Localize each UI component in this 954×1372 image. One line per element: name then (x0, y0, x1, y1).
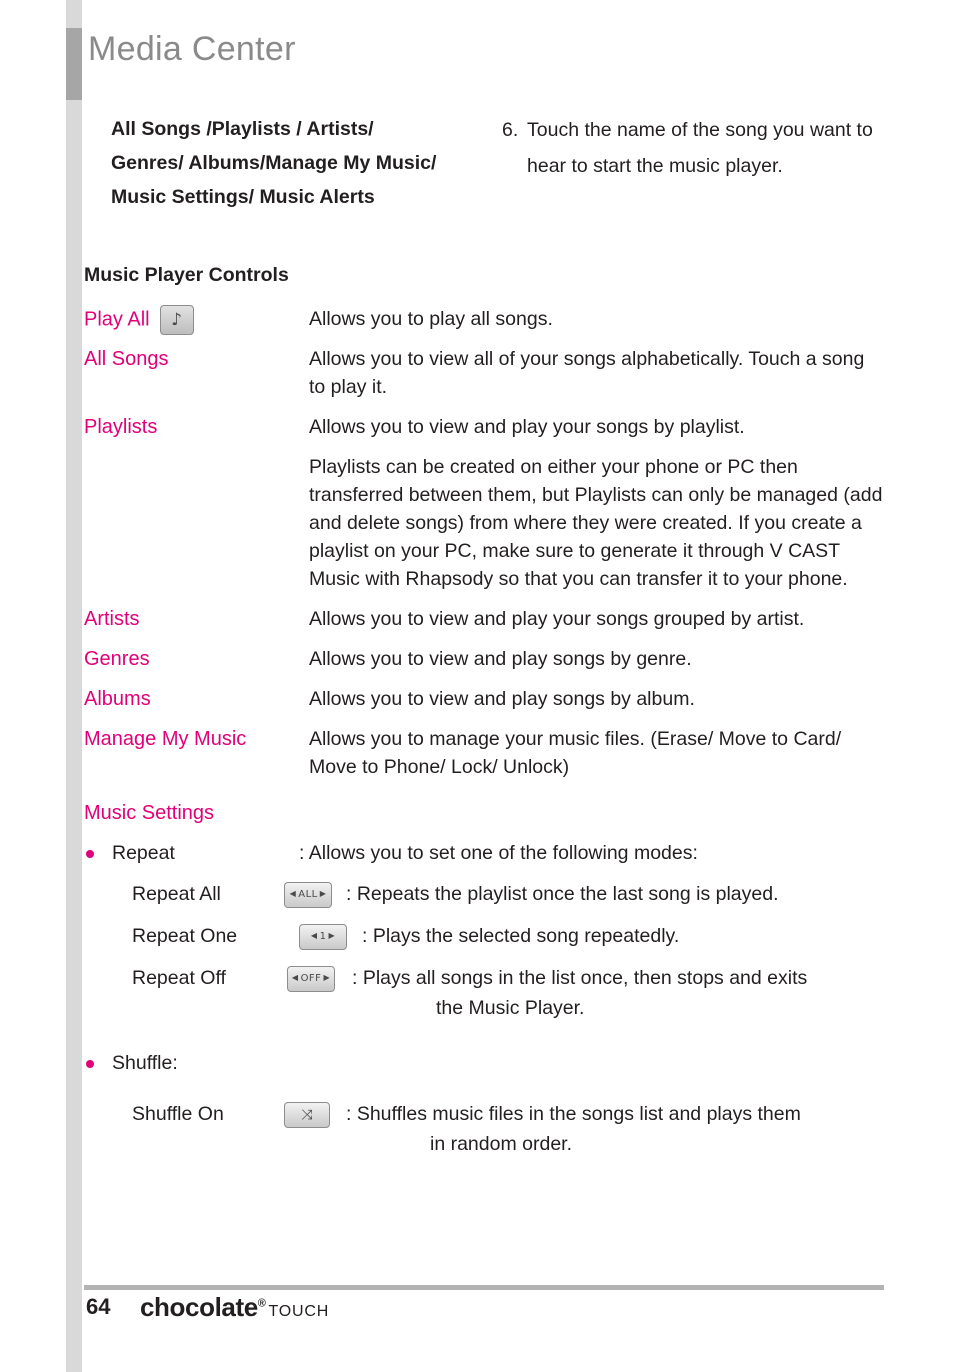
page-content: All Songs /Playlists / Artists/ Genres/ … (84, 112, 884, 1159)
page-title: Media Center (88, 30, 296, 68)
brand-logo: chocolate® TOUCH (140, 1292, 329, 1323)
step-number: 6. (502, 119, 519, 141)
bullet-repeat: Repeat : Allows you to set one of the fo… (84, 839, 884, 867)
desc-playlists-line2: Playlists can be created on either your … (309, 456, 883, 590)
music-note-key-glyph: ♪ (159, 305, 194, 335)
desc-all-songs: Allows you to view all of your songs alp… (309, 348, 865, 398)
sub-label-repeat-all: Repeat All (132, 883, 221, 905)
bullet-shuffle: Shuffle: (84, 1049, 884, 1077)
term-genres: Genres (84, 648, 150, 670)
desc-albums: Allows you to view and play songs by alb… (309, 688, 695, 710)
section-heading: Music Player Controls (84, 264, 289, 286)
sub-repeat-one: Repeat One 1 : Plays the selected song r… (84, 921, 884, 951)
repeat-all-key-icon: ALL (284, 882, 332, 908)
desc-genres: Allows you to view and play songs by gen… (309, 648, 692, 670)
sub-desc-shuffle-on: : Shuffles music files in the songs list… (346, 1099, 884, 1159)
page-number: 64 (86, 1294, 111, 1319)
list-item: Playlists Allows you to view and play yo… (84, 413, 884, 593)
desc-playlists: Allows you to view and play your songs b… (309, 413, 884, 593)
desc-manage-my-music: Allows you to manage your music files. (… (309, 728, 842, 778)
list-item: Albums Allows you to view and play songs… (84, 685, 884, 713)
intro-heading: All Songs /Playlists / Artists/ Genres/ … (111, 118, 437, 208)
document-page: Media Center All Songs /Playlists / Arti… (0, 0, 954, 1372)
bullet-label-repeat: Repeat (112, 842, 175, 864)
definition-list: Play All ♪ Allows you to play all songs. … (84, 305, 884, 781)
brand-suffix: TOUCH (268, 1303, 330, 1320)
term-play-all: Play All ♪ (84, 305, 309, 335)
sub-desc-repeat-one: : Plays the selected song repeatedly. (362, 925, 680, 947)
intro-step: 6. Touch the name of the song you want t… (502, 112, 882, 184)
sub-label-repeat-off: Repeat Off (132, 967, 226, 989)
list-item: Play All ♪ Allows you to play all songs. (84, 305, 884, 335)
term-music-settings: Music Settings (84, 802, 215, 824)
left-margin-bar (66, 0, 82, 1372)
brand-name: chocolate (140, 1292, 258, 1322)
bullet-label-shuffle: Shuffle: (112, 1052, 178, 1074)
sub-desc-shuffle-on-line1: : Shuffles music files in the songs list… (346, 1103, 801, 1125)
term-artists: Artists (84, 608, 140, 630)
term-label: Play All (84, 308, 150, 331)
repeat-one-key-icon: 1 (299, 924, 347, 950)
desc-artists: Allows you to view and play your songs g… (309, 608, 805, 630)
title-accent-swatch (66, 28, 82, 100)
list-item: All Songs Allows you to view all of your… (84, 345, 884, 401)
bullet-desc-repeat: : Allows you to set one of the following… (299, 842, 698, 864)
step-text: Touch the name of the song you want to h… (527, 119, 873, 177)
term-playlists: Playlists (84, 416, 158, 438)
sub-desc-repeat-all: : Repeats the playlist once the last son… (346, 883, 779, 905)
shuffle-key-glyph: ⤨ (284, 1102, 330, 1128)
brand-registered-mark: ® (257, 1297, 266, 1310)
term-all-songs: All Songs (84, 348, 169, 370)
term-manage-my-music: Manage My Music (84, 728, 247, 750)
sub-shuffle-on: Shuffle On ⤨ : Shuffles music files in t… (84, 1099, 884, 1159)
sub-label-shuffle-on: Shuffle On (132, 1103, 224, 1125)
bullet-dot-icon (86, 850, 94, 858)
music-note-key-icon: ♪ (159, 305, 194, 335)
sub-label-repeat-one: Repeat One (132, 925, 238, 947)
sub-repeat-all: Repeat All ALL : Repeats the playlist on… (84, 879, 884, 909)
list-item: Manage My Music Allows you to manage you… (84, 725, 884, 781)
repeat-off-key-glyph: OFF (287, 966, 335, 992)
list-item: Artists Allows you to view and play your… (84, 605, 884, 633)
repeat-one-key-glyph: 1 (299, 924, 347, 950)
repeat-all-key-glyph: ALL (284, 882, 332, 908)
repeat-off-key-icon: OFF (287, 966, 335, 992)
desc-play-all: Allows you to play all songs. (309, 308, 553, 330)
sub-repeat-off: Repeat Off OFF : Plays all songs in the … (84, 963, 884, 1023)
intro-block: All Songs /Playlists / Artists/ Genres/ … (84, 112, 884, 242)
footer-divider (84, 1285, 884, 1290)
sub-desc-shuffle-on-line2: in random order. (430, 1133, 572, 1155)
sub-desc-repeat-off-line2: the Music Player. (436, 997, 585, 1019)
list-item: Genres Allows you to view and play songs… (84, 645, 884, 673)
bullet-dot-icon (86, 1060, 94, 1068)
term-albums: Albums (84, 688, 151, 710)
desc-playlists-line1: Allows you to view and play your songs b… (309, 416, 745, 438)
sub-desc-repeat-off-line1: : Plays all songs in the list once, then… (352, 967, 808, 989)
shuffle-key-icon: ⤨ (284, 1102, 330, 1128)
sub-desc-repeat-off: : Plays all songs in the list once, then… (352, 963, 884, 1023)
